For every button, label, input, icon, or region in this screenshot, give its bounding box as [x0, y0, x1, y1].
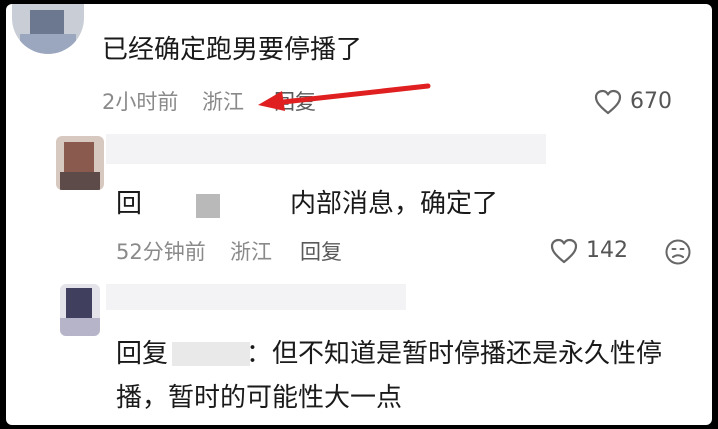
mosaic-strip — [106, 134, 546, 164]
heart-outline-icon — [550, 238, 578, 264]
comment-text-line-2: 播，暂时的可能性大一点 — [116, 383, 403, 413]
comment-list: 已经确定跑男要停播了 2小时前 浙江 回复 670 回 内部消息，确定了 52分… — [6, 4, 712, 425]
avatar[interactable] — [56, 136, 104, 190]
frown-face-icon[interactable] — [664, 238, 692, 266]
comment-time: 2小时前 — [102, 90, 179, 114]
avatar[interactable] — [60, 284, 100, 336]
comment-location: 浙江 — [202, 90, 244, 114]
redacted-username — [172, 342, 250, 366]
red-arrow — [258, 83, 431, 111]
comment-location: 浙江 — [230, 240, 272, 264]
comment-time: 52分钟前 — [116, 240, 206, 264]
like-button[interactable]: 142 — [550, 238, 628, 264]
avatar[interactable] — [12, 4, 84, 54]
comment-text: 已经确定跑男要停播了 — [102, 35, 363, 65]
redacted-username — [196, 194, 220, 218]
like-count: 142 — [586, 238, 628, 263]
comment-text: 内部消息，确定了 — [290, 189, 499, 219]
like-button[interactable]: 670 — [594, 89, 672, 115]
reply-prefix: 回复 — [116, 339, 169, 369]
mosaic-strip — [106, 284, 406, 310]
heart-outline-icon — [594, 89, 622, 115]
comment-text-line-1: ：但不知道是暂时停播还是永久性停 — [246, 339, 663, 369]
reply-button[interactable]: 回复 — [300, 239, 342, 265]
reply-prefix: 回 — [116, 189, 143, 219]
like-count: 670 — [630, 89, 672, 114]
